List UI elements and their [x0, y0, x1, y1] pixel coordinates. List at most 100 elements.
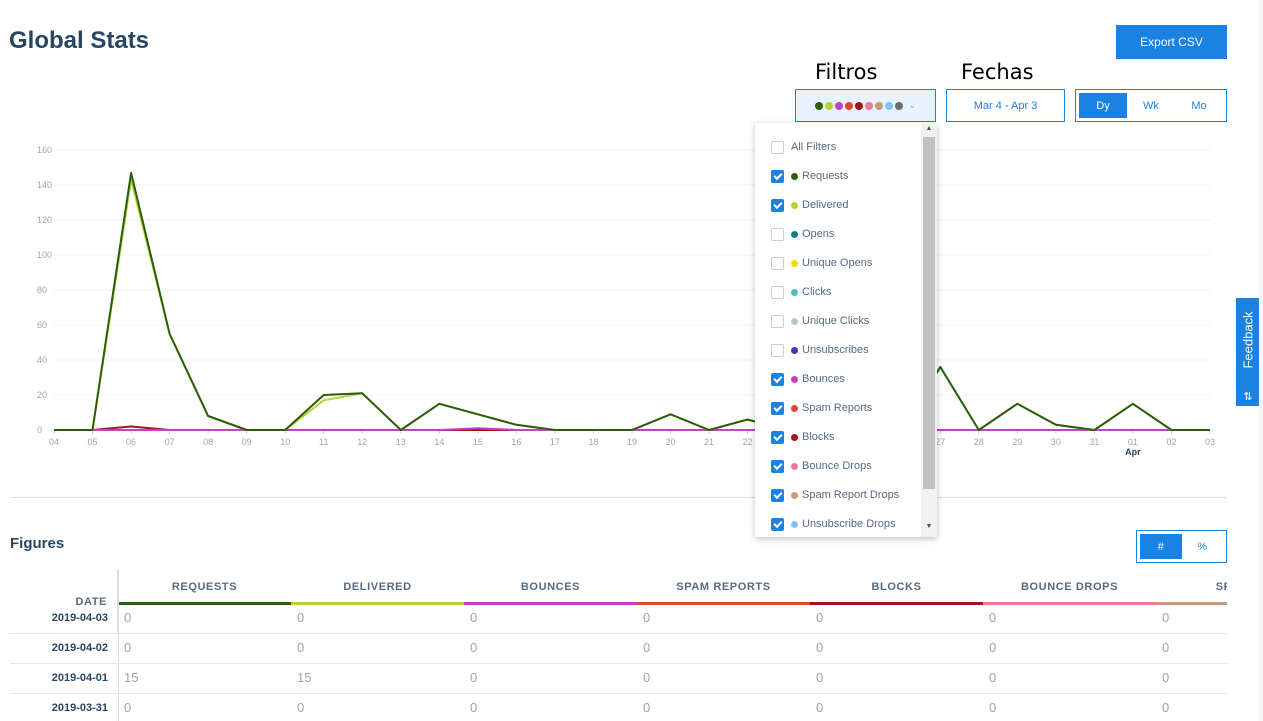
column-header-label: SPAM REPORTS: [676, 581, 771, 593]
filter-color-dot: [824, 101, 833, 110]
dropdown-scrollbar-thumb[interactable]: [923, 137, 935, 489]
filter-checkbox[interactable]: [771, 459, 784, 473]
y-tick-label: 40: [37, 355, 47, 365]
annotation-filtros: Filtros: [815, 60, 878, 84]
table-cell: 0: [816, 640, 824, 655]
column-header-label: BOUNCE DROPS: [1020, 581, 1119, 593]
table-row: 2019-04-01 15 15 0 0 0 0 0: [10, 664, 1227, 694]
filter-color-dot: [791, 201, 798, 209]
column-header-requests[interactable]: REQUESTS: [118, 570, 291, 605]
filter-option-unique-clicks[interactable]: Unique Clicks: [771, 311, 869, 331]
filter-color-dot: [791, 172, 798, 180]
filter-checkbox[interactable]: [771, 285, 784, 299]
y-tick-label: 60: [37, 320, 47, 330]
period-month-button[interactable]: Mo: [1175, 93, 1223, 118]
x-tick-label: 05: [88, 437, 98, 447]
filter-option-bounces[interactable]: Bounces: [771, 369, 845, 389]
x-tick-label: 28: [974, 437, 984, 447]
column-header-spam-reports[interactable]: SPAM REPORTS: [637, 570, 810, 605]
chevron-down-icon: ⌄: [908, 100, 917, 110]
filter-checkbox[interactable]: [771, 517, 784, 531]
x-tick-label: 09: [242, 437, 252, 447]
row-date: 2019-04-03: [51, 612, 108, 624]
filter-checkbox[interactable]: [771, 372, 784, 386]
page-title: Global Stats: [9, 27, 150, 54]
filter-option-spam-reports[interactable]: Spam Reports: [771, 398, 872, 418]
x-tick-label: 07: [165, 437, 175, 447]
filter-option-label: Unique Opens: [802, 257, 873, 269]
x-tick-label: 10: [280, 437, 290, 447]
filter-option-label: Clicks: [802, 286, 832, 298]
filter-checkbox[interactable]: [771, 314, 784, 328]
filter-checkbox[interactable]: [771, 227, 784, 241]
y-tick-label: 140: [37, 180, 52, 190]
scroll-up-arrow-icon[interactable]: ▲: [923, 125, 935, 132]
filter-option-opens[interactable]: Opens: [771, 224, 834, 244]
column-header-delivered[interactable]: DELIVERED: [291, 570, 464, 605]
x-tick-label: 29: [1012, 437, 1022, 447]
filter-dropdown-button[interactable]: ⌄: [795, 89, 936, 122]
filter-option-unique-opens[interactable]: Unique Opens: [771, 253, 872, 273]
x-tick-label: 03: [1205, 437, 1215, 447]
date-range-button[interactable]: Mar 4 - Apr 3: [946, 89, 1065, 122]
column-header-bounces[interactable]: BOUNCES: [464, 570, 637, 605]
export-csv-button[interactable]: Export CSV: [1116, 25, 1227, 59]
table-cell: 0: [470, 610, 478, 625]
filter-option-label: Spam Reports: [802, 402, 873, 414]
filter-checkbox[interactable]: [771, 256, 784, 270]
figures-table: DATE REQUESTS DELIVERED BOUNCES SPAM REPORTS…: [10, 570, 1227, 721]
column-header-bounce-drops[interactable]: BOUNCE DROPS: [983, 570, 1156, 605]
column-header-spam-re[interactable]: SPAM RE: [1156, 570, 1227, 605]
filter-option-label: Spam Report Drops: [802, 489, 900, 501]
filter-checkbox[interactable]: [771, 169, 784, 183]
filter-option-unsubscribe-drops[interactable]: Unsubscribe Drops: [771, 514, 896, 534]
table-cell: 0: [124, 610, 132, 625]
filter-checkbox[interactable]: [771, 401, 784, 415]
filter-color-dot: [894, 101, 903, 110]
table-cell: 15: [124, 670, 139, 685]
x-tick-label: 21: [704, 437, 714, 447]
filter-option-all-filters[interactable]: All Filters: [771, 137, 836, 157]
stats-line-chart: 02040608010012014016004 05 06 07 08 09 10 11 12 1…: [37, 145, 1215, 457]
filter-color-dot: [834, 101, 843, 110]
filter-color-dot: [844, 101, 853, 110]
filter-checkbox[interactable]: [771, 430, 784, 444]
row-date: 2019-04-02: [51, 642, 108, 654]
percent-toggle-button[interactable]: %: [1182, 534, 1224, 559]
filter-checkbox[interactable]: [771, 198, 784, 212]
filter-color-dot: [791, 288, 798, 296]
filter-option-delivered[interactable]: Delivered: [771, 195, 848, 215]
section-divider: [10, 497, 1227, 498]
column-header-label: SPAM RE: [1215, 581, 1227, 593]
period-week-button[interactable]: Wk: [1127, 93, 1175, 118]
column-header-blocks[interactable]: BLOCKS: [810, 570, 983, 605]
table-cell: 0: [470, 700, 478, 715]
filter-option-clicks[interactable]: Clicks: [771, 282, 831, 302]
table-cell: 0: [1162, 610, 1170, 625]
filter-checkbox[interactable]: [771, 488, 784, 502]
table-cell: 0: [297, 640, 305, 655]
filter-option-label: Delivered: [802, 199, 849, 211]
table-cell: 0: [643, 640, 651, 655]
filter-checkbox[interactable]: [771, 343, 784, 357]
x-tick-label: 17: [550, 437, 560, 447]
scroll-down-arrow-icon[interactable]: ▼: [923, 523, 935, 530]
feedback-tab[interactable]: Feedback ⇅: [1236, 298, 1260, 406]
filter-color-dot: [854, 101, 863, 110]
table-cell: 0: [643, 700, 651, 715]
sliders-icon: ⇅: [1243, 391, 1253, 403]
filter-color-dot: [814, 101, 823, 110]
filter-option-requests[interactable]: Requests: [771, 166, 848, 186]
filter-color-dot: [791, 520, 798, 528]
page-scrollbar[interactable]: [1259, 0, 1263, 721]
filter-option-unsubscribes[interactable]: Unsubscribes: [771, 340, 869, 360]
column-header-label: BOUNCES: [520, 581, 581, 593]
filter-option-blocks[interactable]: Blocks: [771, 427, 834, 447]
count-toggle-button[interactable]: #: [1140, 534, 1182, 559]
filter-checkbox[interactable]: [771, 140, 784, 154]
period-day-button[interactable]: Dy: [1079, 93, 1127, 118]
y-tick-label: 100: [37, 250, 52, 260]
filter-option-bounce-drops[interactable]: Bounce Drops: [771, 456, 872, 476]
filter-option-label: All Filters: [791, 141, 837, 153]
filter-option-spam-report-drops[interactable]: Spam Report Drops: [771, 485, 899, 505]
